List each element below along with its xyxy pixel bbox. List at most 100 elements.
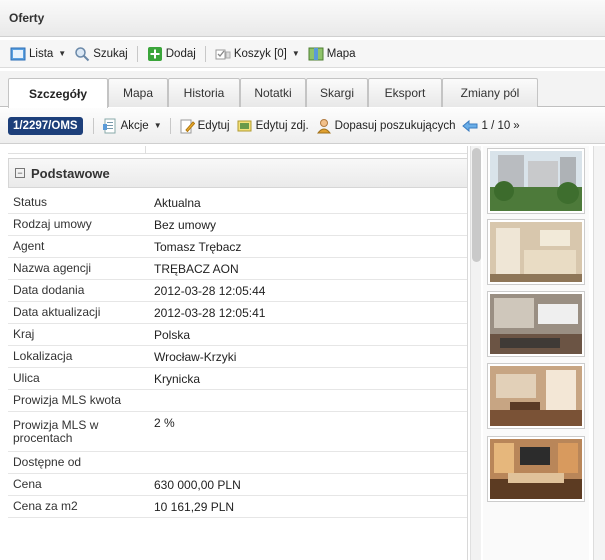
row-label: Agent <box>13 239 45 253</box>
list-icon <box>10 47 26 60</box>
photo-thumbnails <box>483 146 589 560</box>
row-value: Tomasz Trębacz <box>154 239 242 254</box>
grid-column-header <box>8 146 467 154</box>
details-rows: Status Aktualna Rodzaj umowy Bez umowy Age… <box>8 192 467 518</box>
table-row: Cena 630 000,00 PLN <box>8 474 467 496</box>
tab-eksport[interactable]: Eksport <box>368 78 442 107</box>
photo-thumbnail-interior-1[interactable] <box>487 291 585 357</box>
row-value: 10 161,29 PLN <box>154 499 235 514</box>
tab-mapa[interactable]: Mapa <box>108 78 168 107</box>
edit-photos-icon <box>237 120 252 131</box>
map-icon <box>308 47 324 60</box>
chevron-down-icon: ▼ <box>291 49 300 58</box>
table-row: Agent Tomasz Trębacz <box>8 236 467 258</box>
toolbar-separator <box>204 45 206 62</box>
offer-id-badge: 1/2297/OMS <box>8 116 83 135</box>
row-value: 2012-03-28 12:05:44 <box>154 283 266 298</box>
table-row: Rodzaj umowy Bez umowy <box>8 214 467 236</box>
row-label: Ulica <box>13 371 40 385</box>
previous-offer-button[interactable]: 1 / 10 » <box>460 116 521 136</box>
row-value: 630 000,00 PLN <box>154 477 241 492</box>
tab-szczegoly[interactable]: Szczegóły <box>8 78 108 108</box>
interior-photo <box>490 366 582 426</box>
table-row: Prowizja MLS kwota <box>8 390 467 412</box>
photo-thumbnail-living-room[interactable] <box>487 436 585 502</box>
edytuj-button[interactable]: Edytuj <box>177 116 232 136</box>
details-panel: − Podstawowe Status Aktualna Rodzaj umowy… <box>0 146 468 560</box>
row-label: Status <box>13 195 48 209</box>
tab-skargi[interactable]: Skargi <box>306 78 368 107</box>
scrollbar-thumb[interactable] <box>472 148 481 262</box>
toolbar-separator <box>169 117 171 134</box>
document-icon <box>102 118 116 133</box>
detail-tabs: Szczegóły Mapa Historia Notatki Skargi E… <box>0 71 605 108</box>
add-icon <box>147 46 162 61</box>
row-label: Kraj <box>13 327 35 341</box>
row-value: Krynicka <box>154 371 201 386</box>
photo-thumbnail-interior-2[interactable] <box>487 363 585 429</box>
arrow-left-icon <box>462 119 478 132</box>
lista-button[interactable]: Lista ▼ <box>8 44 68 64</box>
main-toolbar: Lista ▼ Szukaj Dodaj Koszyk [0] ▼ Mapa <box>0 40 605 68</box>
row-value: Polska <box>154 327 191 342</box>
edytuj-zdjecia-button[interactable]: Edytuj zdj. <box>235 116 311 136</box>
search-icon <box>75 46 90 61</box>
table-row: Dostępne od <box>8 452 467 474</box>
row-value: Wrocław-Krzyki <box>154 349 237 364</box>
table-row: Kraj Polska <box>8 324 467 346</box>
row-label: Prowizja MLS w procentach <box>13 417 99 445</box>
table-row: Lokalizacja Wrocław-Krzyki <box>8 346 467 368</box>
akcje-button[interactable]: Akcje ▼ <box>100 116 164 136</box>
row-label: Cena <box>13 477 42 491</box>
section-podstawowe[interactable]: − Podstawowe <box>8 158 467 188</box>
user-match-icon <box>316 118 331 133</box>
table-row: Status Aktualna <box>8 192 467 214</box>
row-value: Bez umowy <box>154 217 217 232</box>
tab-historia[interactable]: Historia <box>168 78 240 107</box>
window-title: Oferty <box>9 11 45 25</box>
chevron-down-icon: ▼ <box>153 121 162 130</box>
row-value: 2 % <box>154 416 175 430</box>
photo-thumbnail-building[interactable] <box>487 148 585 214</box>
row-label: Prowizja MLS kwota <box>13 393 122 407</box>
window-titlebar: Oferty <box>0 0 605 37</box>
toolbar-separator <box>136 45 138 62</box>
photo-thumbnail-kitchen[interactable] <box>487 219 585 285</box>
column-divider <box>145 146 146 154</box>
szukaj-button[interactable]: Szukaj <box>72 44 130 64</box>
row-label: Data aktualizacji <box>13 305 101 319</box>
row-label: Cena za m2 <box>13 499 78 513</box>
table-row: Data dodania 2012-03-28 12:05:44 <box>8 280 467 302</box>
koszyk-button[interactable]: Koszyk [0] ▼ <box>213 44 302 64</box>
row-label: Nazwa agencji <box>13 261 92 275</box>
pager-next[interactable]: » <box>513 120 519 132</box>
row-value: 2012-03-28 12:05:41 <box>154 305 266 320</box>
table-row: Nazwa agencji TRĘBACZ AON <box>8 258 467 280</box>
table-row: Cena za m2 10 161,29 PLN <box>8 496 467 518</box>
pager-label: 1 / 10 <box>481 119 511 132</box>
collapse-icon[interactable]: − <box>15 168 25 178</box>
building-photo <box>490 151 582 211</box>
details-scrollbar[interactable] <box>470 146 481 560</box>
row-label: Rodzaj umowy <box>13 217 92 231</box>
row-label: Data dodania <box>13 283 85 297</box>
row-label: Dostępne od <box>13 455 82 469</box>
row-value: TRĘBACZ AON <box>154 261 239 276</box>
side-panel-edge <box>593 146 605 560</box>
table-row: Data aktualizacji 2012-03-28 12:05:41 <box>8 302 467 324</box>
tab-zmiany-pol[interactable]: Zmiany pól <box>442 78 538 107</box>
mapa-button[interactable]: Mapa <box>306 44 358 64</box>
row-value: Aktualna <box>154 195 201 210</box>
dodaj-button[interactable]: Dodaj <box>145 44 198 64</box>
table-row: Prowizja MLS w procentach 2 % <box>8 412 467 452</box>
kitchen-photo <box>490 222 582 282</box>
edit-icon <box>180 119 195 133</box>
tab-notatki[interactable]: Notatki <box>240 78 306 107</box>
basket-checkbox-icon <box>215 49 231 59</box>
toolbar-separator <box>92 117 94 134</box>
section-title: Podstawowe <box>31 165 110 181</box>
living-room-photo <box>490 439 582 499</box>
dopasuj-poszukujacych-button[interactable]: Dopasuj poszukujących <box>314 116 458 136</box>
row-label: Lokalizacja <box>13 349 73 363</box>
table-row: Ulica Krynicka <box>8 368 467 390</box>
